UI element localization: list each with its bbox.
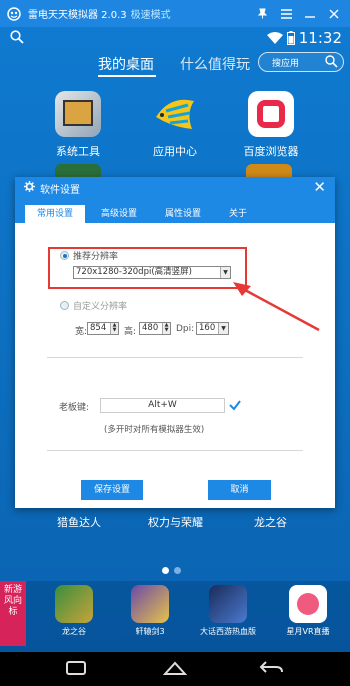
mode-label: 极速模式	[130, 10, 171, 21]
chevron-down-icon: ▼	[220, 267, 230, 278]
divider	[47, 357, 303, 358]
dock-app-label: 星月VR直播	[286, 627, 330, 636]
tab-my-desktop[interactable]: 我的桌面	[98, 54, 154, 74]
close-icon[interactable]: ✕	[313, 178, 326, 196]
pin-icon[interactable]	[250, 0, 274, 27]
width-stepper[interactable]: 854 ▲ ▼	[87, 322, 119, 335]
app-label: 百度浏览器	[243, 145, 299, 158]
dock-app[interactable]: 龙之谷	[44, 585, 104, 637]
dpi-select[interactable]: 160 ▼	[196, 322, 229, 335]
recent-apps-icon[interactable]	[66, 661, 86, 675]
page-dot[interactable]	[174, 567, 181, 574]
dpi-label: Dpi:	[176, 324, 195, 334]
boss-key-note: (多开时对所有模拟器生效)	[104, 425, 205, 435]
settings-tabs: 常用设置 高级设置 属性设置 关于	[25, 205, 263, 223]
partial-app-icon	[55, 164, 101, 178]
back-icon[interactable]	[258, 660, 284, 676]
dock-app-label: 轩辕剑3	[135, 627, 165, 636]
check-icon	[229, 400, 241, 411]
tab-property-settings[interactable]: 属性设置	[153, 205, 213, 223]
wifi-icon	[266, 32, 283, 44]
recommended-resolution-label: 推荐分辨率	[73, 252, 119, 262]
dock-app[interactable]: 轩辕剑3	[120, 585, 180, 637]
app-baidu-browser[interactable]: 百度浏览器	[236, 91, 306, 159]
dpi-value: 160	[199, 323, 216, 333]
app-label[interactable]: 龙之谷	[254, 514, 287, 530]
battery-icon	[286, 31, 295, 45]
partial-app-icon	[246, 164, 292, 178]
custom-resolution-radio[interactable]	[60, 301, 69, 310]
dialog-body: 推荐分辨率 720x1280-320dpi(高清竖屏) ▼ 自定义分辨率 宽: …	[15, 223, 335, 508]
new-games-ribbon[interactable]: 新游风向标	[0, 581, 26, 646]
recommended-resolution-radio[interactable]	[60, 251, 69, 260]
page-indicator	[162, 567, 181, 574]
app-label: 系统工具	[56, 145, 100, 158]
boss-key-input[interactable]: Alt+W	[100, 398, 225, 413]
dock-app[interactable]: 星月VR直播	[278, 585, 338, 637]
custom-resolution-label: 自定义分辨率	[73, 302, 128, 312]
dialog-header: 软件设置 ✕ 常用设置 高级设置 属性设置 关于	[15, 177, 335, 223]
android-navbar	[0, 652, 350, 686]
clock: 11:32	[298, 29, 342, 47]
width-label: 宽:	[75, 327, 88, 337]
dragon-nest-icon	[55, 585, 93, 623]
app-label[interactable]: 猎鱼达人	[57, 514, 101, 530]
selected-resolution: 720x1280-320dpi(高清竖屏)	[76, 267, 192, 277]
close-window-icon[interactable]	[322, 0, 346, 27]
width-value: 854	[90, 323, 107, 333]
app-label[interactable]: 权力与荣耀	[148, 514, 203, 530]
stepper-arrows-icon[interactable]: ▲ ▼	[162, 323, 170, 334]
emulator-titlebar: 雷电天天模拟器 2.0.3 极速模式	[0, 0, 350, 27]
height-stepper[interactable]: 480 ▲ ▼	[139, 322, 171, 335]
app-app-center[interactable]: 应用中心	[140, 91, 210, 159]
recommended-resolution-select[interactable]: 720x1280-320dpi(高清竖屏) ▼	[73, 266, 231, 279]
menu-icon[interactable]	[274, 0, 298, 27]
app-name: 雷电天天模拟器 2.0.3	[28, 10, 127, 21]
launcher-nav: 我的桌面 什么值得玩 搜应用	[0, 49, 350, 85]
dock-app[interactable]: 大话西游热血版	[198, 585, 258, 637]
stepper-arrows-icon[interactable]: ▲ ▼	[110, 323, 118, 334]
tab-about[interactable]: 关于	[217, 205, 259, 223]
home-icon[interactable]	[163, 660, 187, 676]
emulator-logo-icon	[7, 6, 21, 21]
annotation-arrow	[233, 282, 320, 332]
save-settings-button[interactable]: 保存设置	[81, 480, 143, 500]
cancel-button[interactable]: 取消	[208, 480, 271, 500]
tab-common-settings[interactable]: 常用设置	[25, 205, 86, 223]
android-statusbar: 11:32	[0, 27, 350, 49]
dock-app-label: 大话西游热血版	[200, 627, 256, 636]
app-label: 应用中心	[153, 145, 197, 158]
search-icon[interactable]	[10, 30, 24, 44]
minimize-icon[interactable]	[298, 0, 322, 27]
baidu-browser-icon	[248, 91, 294, 137]
height-label: 高:	[124, 327, 137, 337]
settings-dialog: 软件设置 ✕ 常用设置 高级设置 属性设置 关于 推荐分辨率 720x1280-…	[15, 177, 335, 508]
dock-app-label: 龙之谷	[62, 627, 86, 636]
tab-recommend[interactable]: 什么值得玩	[180, 54, 250, 74]
dialog-title: 软件设置	[40, 185, 80, 196]
tab-advanced-settings[interactable]: 高级设置	[89, 205, 149, 223]
height-value: 480	[142, 323, 159, 333]
app-center-icon	[152, 91, 198, 137]
westward-journey-icon	[209, 585, 247, 623]
gear-icon	[24, 181, 35, 192]
xuanyuan-sword-icon	[131, 585, 169, 623]
app-system-tools[interactable]: 系统工具	[43, 91, 113, 159]
dock: 新游风向标 龙之谷 轩辕剑3 大话西游热血版 星月VR直播	[0, 581, 350, 652]
boss-key-label: 老板键:	[59, 403, 90, 413]
app-search-box[interactable]: 搜应用	[258, 52, 344, 72]
system-tools-icon	[55, 91, 101, 137]
divider	[47, 450, 303, 451]
chevron-down-icon: ▼	[218, 323, 228, 334]
app-search-placeholder: 搜应用	[272, 59, 300, 69]
vr-live-icon	[289, 585, 327, 623]
active-tab-underline	[98, 75, 156, 77]
search-icon	[325, 55, 338, 68]
page-dot-active[interactable]	[162, 567, 169, 574]
